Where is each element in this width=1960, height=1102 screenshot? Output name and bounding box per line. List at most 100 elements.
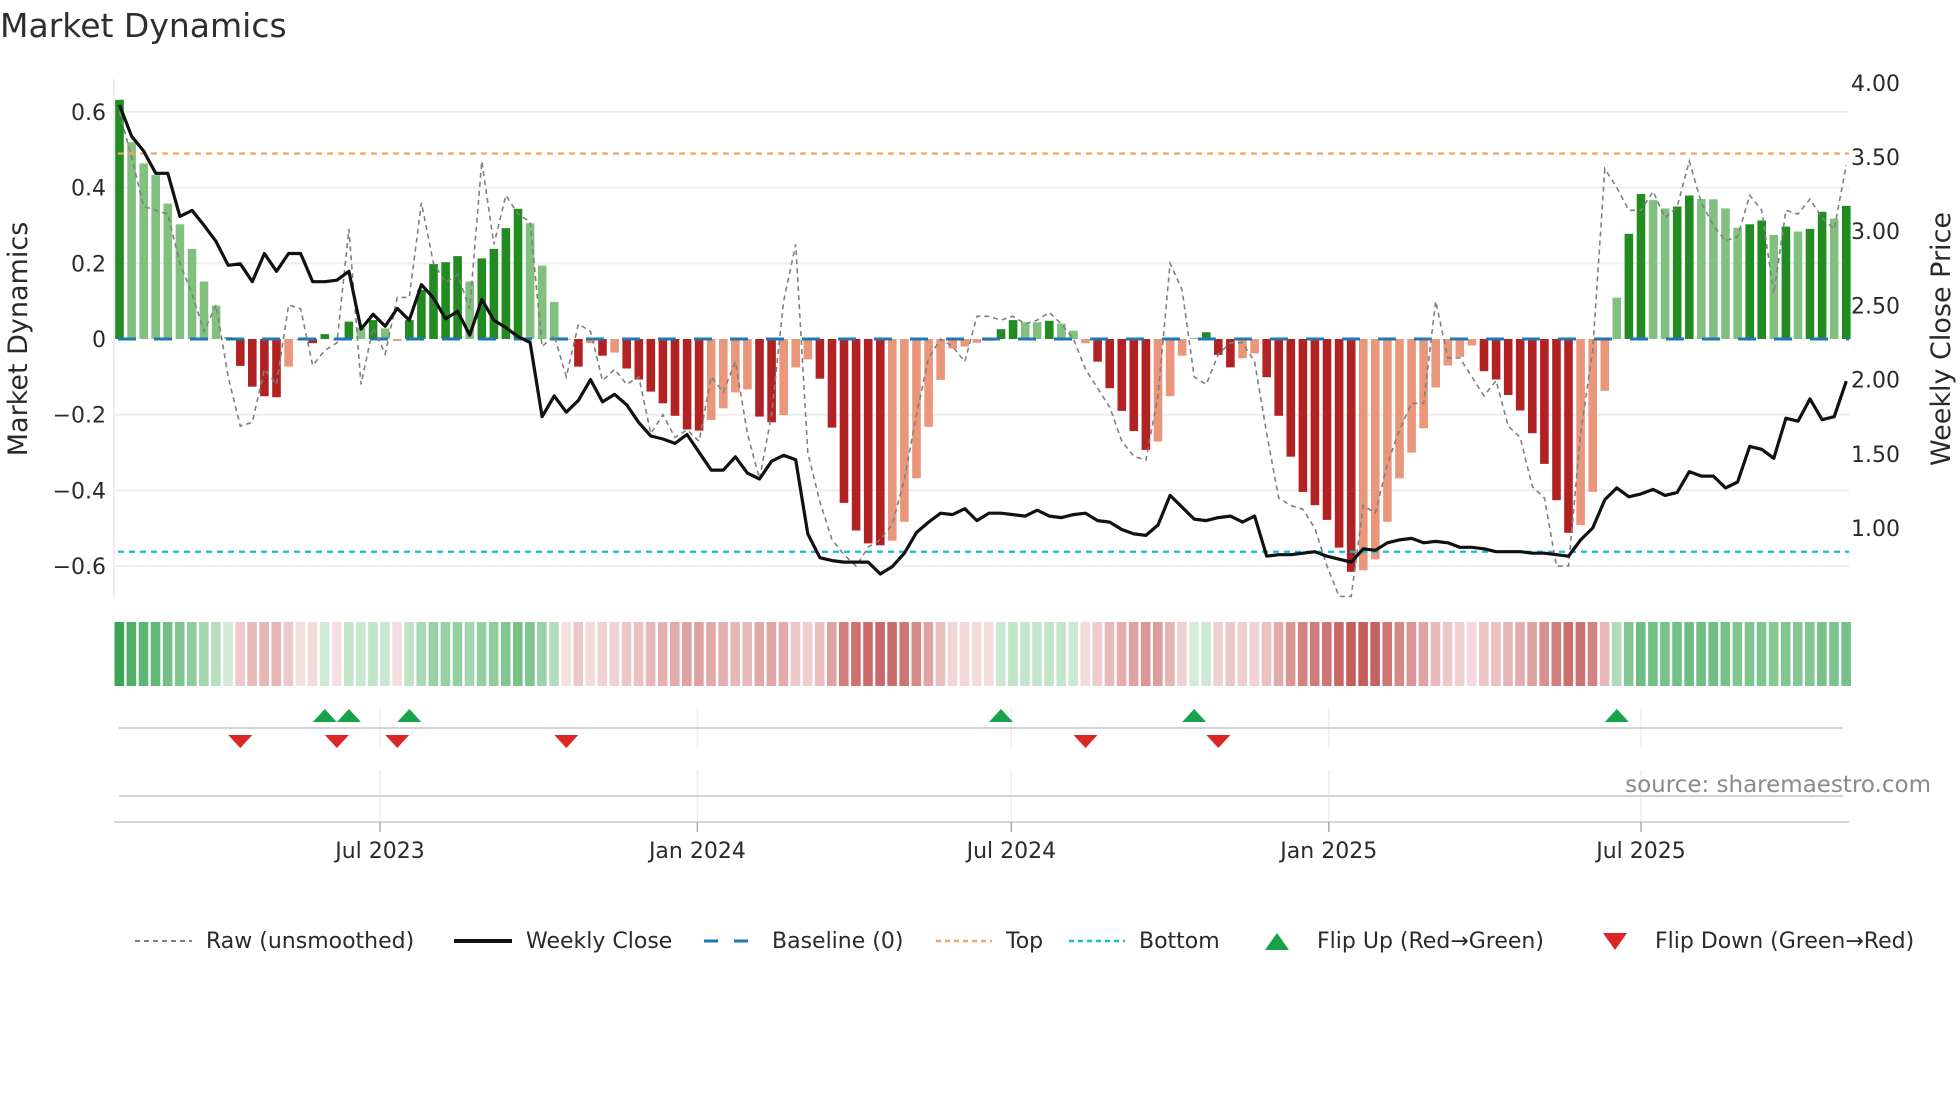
dynamics-bar [1395, 339, 1404, 479]
dynamics-bar [368, 320, 378, 339]
dotted-line-icon [1069, 939, 1125, 943]
dynamics-bar [1503, 339, 1513, 395]
heat-strip-cell [899, 622, 909, 686]
heat-strip-cell [657, 622, 668, 686]
dynamics-bar [1515, 339, 1525, 411]
heat-strip-cell [1056, 622, 1066, 686]
dynamics-bar [1757, 220, 1766, 339]
dynamics-bar [151, 175, 160, 339]
dynamics-bar [1032, 322, 1042, 339]
dynamics-bar [1407, 339, 1416, 453]
heat-strip-cell [1430, 622, 1441, 686]
heat-strip-cell [247, 622, 257, 686]
heat-strip-cell [1382, 622, 1392, 686]
dynamics-bar [900, 339, 909, 522]
heat-strip-cell [1599, 622, 1610, 686]
dynamics-bar [634, 339, 644, 380]
legend-item-top: Top [936, 924, 1043, 958]
triangle-up-icon [1265, 933, 1289, 950]
dynamics-bar [1274, 339, 1283, 416]
heat-strip-cell [1104, 622, 1115, 686]
dashed-line-icon [704, 939, 758, 943]
dynamics-bar [1310, 339, 1320, 506]
dynamics-bar [1250, 339, 1259, 354]
heat-strip-cell [549, 622, 559, 686]
right-tick-label: 2.00 [1851, 369, 1900, 394]
dynamics-bar [912, 339, 921, 479]
flip-up-marker [312, 709, 337, 722]
heat-strip-cell [875, 622, 885, 686]
heat-strip-cell [488, 622, 499, 686]
dynamics-bar [1612, 297, 1622, 339]
dynamics-bar [392, 339, 402, 341]
right-tick-label: 2.50 [1851, 294, 1900, 319]
dynamics-bar [1141, 339, 1151, 450]
flip-down-marker [228, 735, 253, 748]
dynamics-bar [1552, 339, 1561, 501]
heat-strip-cell [1829, 622, 1839, 686]
right-tick-label: 1.00 [1851, 517, 1900, 542]
dynamics-bar [1129, 339, 1139, 431]
axes: 0.6 0.4 0.2 0 −0.2 −0.4 −0.6 4.00 3.50 3.00 2.50 2.… [53, 72, 1900, 864]
dynamics-bar [1528, 339, 1537, 434]
dynamics-bar [260, 339, 269, 397]
dynamics-bar [513, 208, 523, 339]
heat-strip-cell [1406, 622, 1417, 686]
x-tick-label: Jan 2025 [1278, 839, 1377, 864]
legend-item-baseline: Baseline (0) [704, 924, 903, 958]
heat-strip-cell [682, 622, 692, 686]
dynamics-bar [272, 339, 281, 398]
legend-label-baseline: Baseline (0) [772, 928, 904, 954]
heat-strip-cell [1370, 622, 1380, 686]
dynamics-bar [694, 339, 704, 431]
heat-strip-cell [356, 622, 366, 686]
dynamics-bar [115, 99, 124, 339]
heat-strip-cell [1720, 622, 1731, 686]
heat-strip-cell [790, 622, 801, 686]
dynamics-bar [827, 339, 837, 428]
heat-strip-cell [1527, 622, 1537, 686]
heat-strip-cell [1297, 622, 1308, 686]
heat-strip-cell [174, 622, 185, 686]
heat-strip-cell [428, 622, 439, 686]
left-tick-label: 0 [92, 328, 106, 353]
heat-strip-cell [573, 622, 583, 686]
dynamics-bar [1467, 339, 1477, 346]
dynamics-bar [380, 328, 390, 339]
dynamics-bar [1769, 234, 1779, 339]
heat-strip-cell [742, 622, 752, 686]
dynamics-bar [1600, 339, 1610, 391]
dynamics-bar [1008, 320, 1018, 339]
dynamics-bar [743, 339, 752, 390]
dynamics-bar [1805, 228, 1815, 339]
heat-strip-cell [827, 622, 837, 686]
dynamics-bar [1745, 224, 1754, 339]
series-lines [118, 104, 1848, 598]
dynamics-bar [610, 339, 619, 353]
heat-strip-cell [1346, 622, 1356, 686]
left-tick-label: 0.6 [71, 101, 106, 126]
dynamics-bar [682, 339, 692, 430]
left-tick-label: 0.2 [71, 252, 106, 277]
dynamics-bar [1359, 339, 1368, 571]
heat-strip-cell [802, 622, 813, 686]
heat-strip-cell [839, 622, 849, 686]
dynamics-bar [1045, 320, 1054, 339]
legend-item-bottom: Bottom [1069, 924, 1220, 958]
dynamics-bar [658, 339, 668, 404]
dynamics-bar [284, 339, 293, 367]
heat-strip-cell [983, 622, 994, 686]
legend-item-close: Weekly Close [454, 924, 672, 958]
heat-strip-cell [1261, 622, 1272, 686]
dynamics-bar [1817, 211, 1827, 339]
dynamics-bar [537, 265, 547, 339]
dynamics-bar [1540, 339, 1549, 464]
heat-strip-cell [561, 622, 571, 686]
flip-down-marker [554, 735, 579, 748]
legend-item-flip-down: Flip Down (Green→Red) [1601, 924, 1914, 958]
dynamics-bar [598, 339, 607, 356]
heat-strip-cell [1237, 622, 1248, 686]
heat-strip-cell [283, 622, 294, 686]
heat-strip-cell [911, 622, 922, 686]
heat-strip-cell [392, 622, 402, 686]
